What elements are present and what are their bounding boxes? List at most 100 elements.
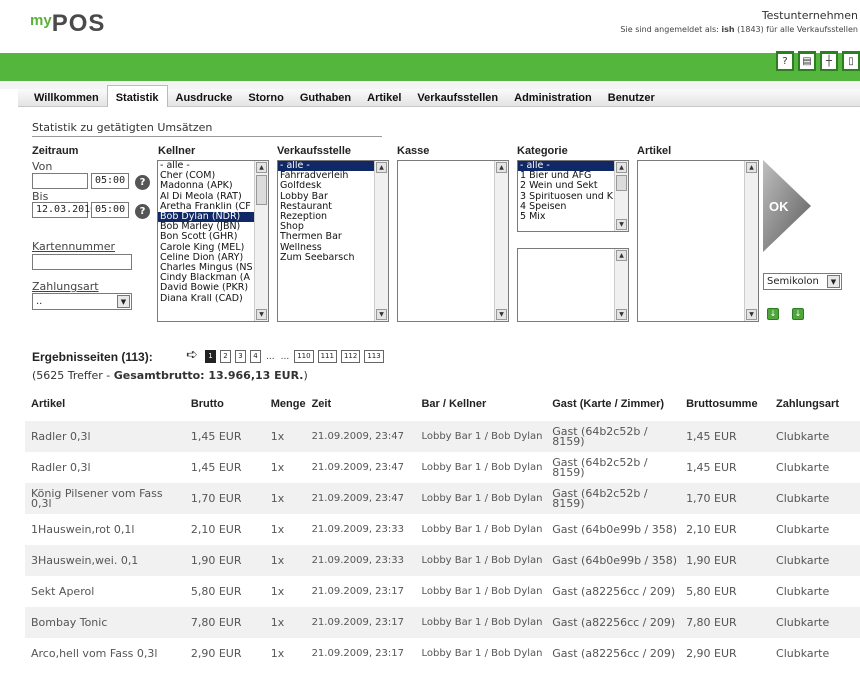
table-row[interactable]: Sekt Aperol 5,80 EUR 1x 21.09.2009, 23:17 Lo…: [25, 576, 860, 607]
verkaufsstelle-listbox[interactable]: - alle - Fahrradverleih Golfdesk Lobby Bar R…: [277, 160, 389, 322]
scroll-down-icon[interactable]: ▼: [256, 309, 267, 320]
table-row[interactable]: Radler 0,3l 1,45 EUR 1x 21.09.2009, 23:47 Lo…: [25, 421, 860, 452]
help-icon[interactable]: ?: [776, 51, 794, 71]
table-row[interactable]: 3Hauswein,wei. 0,1 1,90 EUR 1x 21.09.2009, …: [25, 545, 860, 576]
scroll-thumb[interactable]: [616, 175, 627, 191]
tab-guthaben[interactable]: Guthaben: [292, 89, 359, 107]
page-link[interactable]: 4: [250, 350, 261, 363]
list-item[interactable]: Restaurant: [278, 202, 374, 212]
tab-administration[interactable]: Administration: [506, 89, 600, 107]
list-item[interactable]: Rezeption: [278, 212, 374, 222]
list-item[interactable]: 2 Wein und Sekt: [518, 181, 614, 191]
tab-ausdrucke[interactable]: Ausdrucke: [168, 89, 241, 107]
bis-date-input[interactable]: 12.03.2010: [32, 202, 96, 218]
zahlungsart-select[interactable]: .. ▼: [32, 293, 132, 310]
page-link[interactable]: 111: [317, 350, 337, 363]
list-item[interactable]: 5 Mix: [518, 212, 614, 222]
page-link[interactable]: 110: [294, 350, 314, 363]
list-item[interactable]: Bon Scott (GHR): [158, 232, 254, 242]
list-item[interactable]: 4 Speisen: [518, 202, 614, 212]
sub-kategorie-scrollbar[interactable]: ▲ ▼: [614, 249, 628, 321]
scroll-down-icon[interactable]: ▼: [616, 309, 627, 320]
page-link[interactable]: 113: [364, 350, 384, 363]
scroll-down-icon[interactable]: ▼: [376, 309, 387, 320]
kellner-scrollbar[interactable]: ▲ ▼: [254, 161, 268, 321]
verkaufsstelle-scrollbar[interactable]: ▲ ▼: [374, 161, 388, 321]
artikel-listbox[interactable]: ▲ ▼: [637, 160, 759, 322]
table-row[interactable]: Arco,hell vom Fass 0,3l 2,90 EUR 1x 21.09.2…: [25, 638, 860, 669]
von-date-input[interactable]: [32, 173, 88, 189]
sub-kategorie-listbox[interactable]: ▲ ▼: [517, 248, 629, 322]
tab-verkaufsstellen[interactable]: Verkaufsstellen: [409, 89, 506, 107]
scroll-thumb[interactable]: [256, 175, 267, 205]
scroll-up-icon[interactable]: ▲: [746, 162, 757, 173]
tab-statistik[interactable]: Statistik: [106, 84, 168, 107]
bis-time-input[interactable]: 05:00: [91, 202, 129, 218]
kasse-scrollbar[interactable]: ▲ ▼: [494, 161, 508, 321]
list-item[interactable]: 3 Spirituosen und K: [518, 192, 614, 202]
tab-storno[interactable]: Storno: [240, 89, 291, 107]
logout-icon[interactable]: ▯: [842, 51, 860, 71]
list-item[interactable]: Diana Krall (CAD): [158, 294, 254, 304]
page-link[interactable]: 3: [235, 350, 246, 363]
scroll-up-icon[interactable]: ▲: [616, 250, 627, 261]
table-row[interactable]: Bombay Tonic 7,80 EUR 1x 21.09.2009, 23:17 L…: [25, 607, 860, 638]
table-row[interactable]: König Pilsener vom Fass 0,3l 1,70 EUR 1x 21…: [25, 483, 860, 514]
list-item[interactable]: Bob Marley (JBN): [158, 222, 254, 232]
mypos-logo[interactable]: myPOS: [30, 10, 105, 38]
list-item[interactable]: Madonna (APK): [158, 181, 254, 191]
page-link[interactable]: 112: [340, 350, 361, 363]
print-icon[interactable]: ▤: [798, 51, 816, 71]
account-info: Testunternehmen Sie sind angemeldet als:…: [620, 9, 858, 34]
list-item[interactable]: Cher (COM): [158, 171, 254, 181]
list-item[interactable]: Zum Seebarsch: [278, 253, 374, 263]
header-band: [0, 53, 860, 81]
von-time-input[interactable]: 05:00: [91, 173, 129, 189]
list-item[interactable]: Al Di Meola (RAT): [158, 192, 254, 202]
page-link[interactable]: 1: [205, 350, 216, 363]
list-item[interactable]: Shop: [278, 222, 374, 232]
list-item[interactable]: Wellness: [278, 243, 374, 253]
list-item[interactable]: Thermen Bar: [278, 232, 374, 242]
bis-help-icon[interactable]: ?: [135, 204, 150, 219]
kartennummer-input[interactable]: [32, 254, 132, 270]
scroll-up-icon[interactable]: ▲: [256, 162, 267, 173]
scroll-down-icon[interactable]: ▼: [616, 219, 627, 230]
scroll-up-icon[interactable]: ▲: [616, 162, 627, 173]
list-item[interactable]: - alle -: [518, 161, 614, 172]
settings-icon[interactable]: ┼: [820, 51, 838, 71]
list-item[interactable]: Lobby Bar: [278, 192, 374, 202]
kellner-listbox[interactable]: - alle - Cher (COM) Madonna (APK) Al Di Meo…: [157, 160, 269, 322]
scroll-up-icon[interactable]: ▲: [496, 162, 507, 173]
kategorie-listbox[interactable]: - alle -1 Bier und AFG 2 Wein und Sekt 3 S…: [517, 160, 629, 232]
list-item[interactable]: Fahrradverleih: [278, 171, 374, 181]
list-item[interactable]: Aretha Franklin (CF: [158, 202, 254, 212]
page-link[interactable]: 2: [220, 350, 231, 363]
list-item[interactable]: David Bowie (PKR): [158, 283, 254, 293]
scroll-down-icon[interactable]: ▼: [496, 309, 507, 320]
export-excel-icon[interactable]: ↓: [792, 308, 804, 320]
list-item[interactable]: Bob Dylan (NDR): [158, 212, 254, 223]
scroll-down-icon[interactable]: ▼: [746, 309, 757, 320]
export-csv-icon[interactable]: ↓: [767, 308, 779, 320]
list-item[interactable]: Golfdesk: [278, 181, 374, 191]
list-item[interactable]: Carole King (MEL): [158, 243, 254, 253]
table-row[interactable]: Radler 0,3l 1,45 EUR 1x 21.09.2009, 23:47 Lo…: [25, 452, 860, 483]
kasse-listbox[interactable]: ▲ ▼: [397, 160, 509, 322]
list-item[interactable]: 1 Bier und AFG: [518, 171, 614, 181]
list-item[interactable]: - alle -: [278, 161, 374, 172]
list-item[interactable]: Cindy Blackman (A: [158, 273, 254, 283]
von-help-icon[interactable]: ?: [135, 175, 150, 190]
scroll-up-icon[interactable]: ▲: [376, 162, 387, 173]
tab-benutzer[interactable]: Benutzer: [600, 89, 663, 107]
list-item[interactable]: Charles Mingus (NS: [158, 263, 254, 273]
list-item[interactable]: Celine Dion (ARY): [158, 253, 254, 263]
artikel-scrollbar[interactable]: ▲ ▼: [744, 161, 758, 321]
export-format-select[interactable]: Semikolon ▼: [763, 273, 842, 290]
kategorie-scrollbar[interactable]: ▲ ▼: [614, 161, 628, 231]
table-cell: Gast (64b0e99b / 358): [552, 522, 678, 536]
list-item[interactable]: - alle -: [158, 161, 254, 171]
tab-artikel[interactable]: Artikel: [359, 89, 409, 107]
table-row[interactable]: 1Hauswein,rot 0,1l 2,10 EUR 1x 21.09.2009, …: [25, 514, 860, 545]
tab-willkommen[interactable]: Willkommen: [18, 89, 107, 107]
